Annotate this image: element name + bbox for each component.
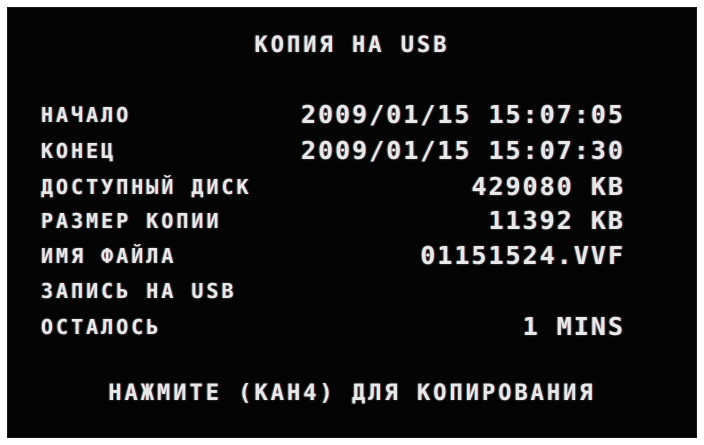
available-disk-value: 429080 KB bbox=[471, 172, 625, 201]
backup-size-value: 11392 KB bbox=[488, 206, 625, 235]
remaining-time-label: ОСТАЛОСЬ bbox=[41, 315, 162, 339]
backup-size-label: РАЗМЕР КОПИИ bbox=[41, 209, 222, 233]
start-time-value: 2009/01/15 15:07:05 bbox=[301, 100, 625, 129]
file-name-value: 01151524.VVF bbox=[420, 241, 625, 270]
start-time-label: НАЧАЛО bbox=[41, 103, 132, 127]
remaining-time-value: 1 MINS bbox=[522, 312, 625, 341]
end-time-row: КОНЕЦ 2009/01/15 15:07:30 bbox=[41, 136, 625, 173]
write-to-usb-row: ЗАПИСЬ НА USB bbox=[41, 279, 625, 313]
write-to-usb-label: ЗАПИСЬ НА USB bbox=[41, 279, 237, 303]
screen-title: КОПИЯ НА USB bbox=[254, 33, 450, 58]
file-name-label: ИМЯ ФАЙЛА bbox=[41, 244, 177, 268]
end-time-label: КОНЕЦ bbox=[41, 139, 117, 163]
available-disk-label: ДОСТУПНЫЙ ДИСК bbox=[41, 175, 252, 199]
end-time-value: 2009/01/15 15:07:30 bbox=[301, 136, 625, 165]
backup-size-row: РАЗМЕР КОПИИ 11392 KB bbox=[41, 206, 625, 243]
available-disk-row: ДОСТУПНЫЙ ДИСК 429080 KB bbox=[41, 172, 625, 209]
remaining-time-row: ОСТАЛОСЬ 1 MINS bbox=[41, 312, 625, 349]
file-name-row: ИМЯ ФАЙЛА 01151524.VVF bbox=[41, 241, 625, 278]
usb-backup-screen: КОПИЯ НА USB НАЧАЛО 2009/01/15 15:07:05 … bbox=[7, 7, 697, 438]
copy-instruction: НАЖМИТЕ (КАН4) ДЛЯ КОПИРОВАНИЯ bbox=[108, 381, 596, 406]
start-time-row: НАЧАЛО 2009/01/15 15:07:05 bbox=[41, 100, 625, 137]
